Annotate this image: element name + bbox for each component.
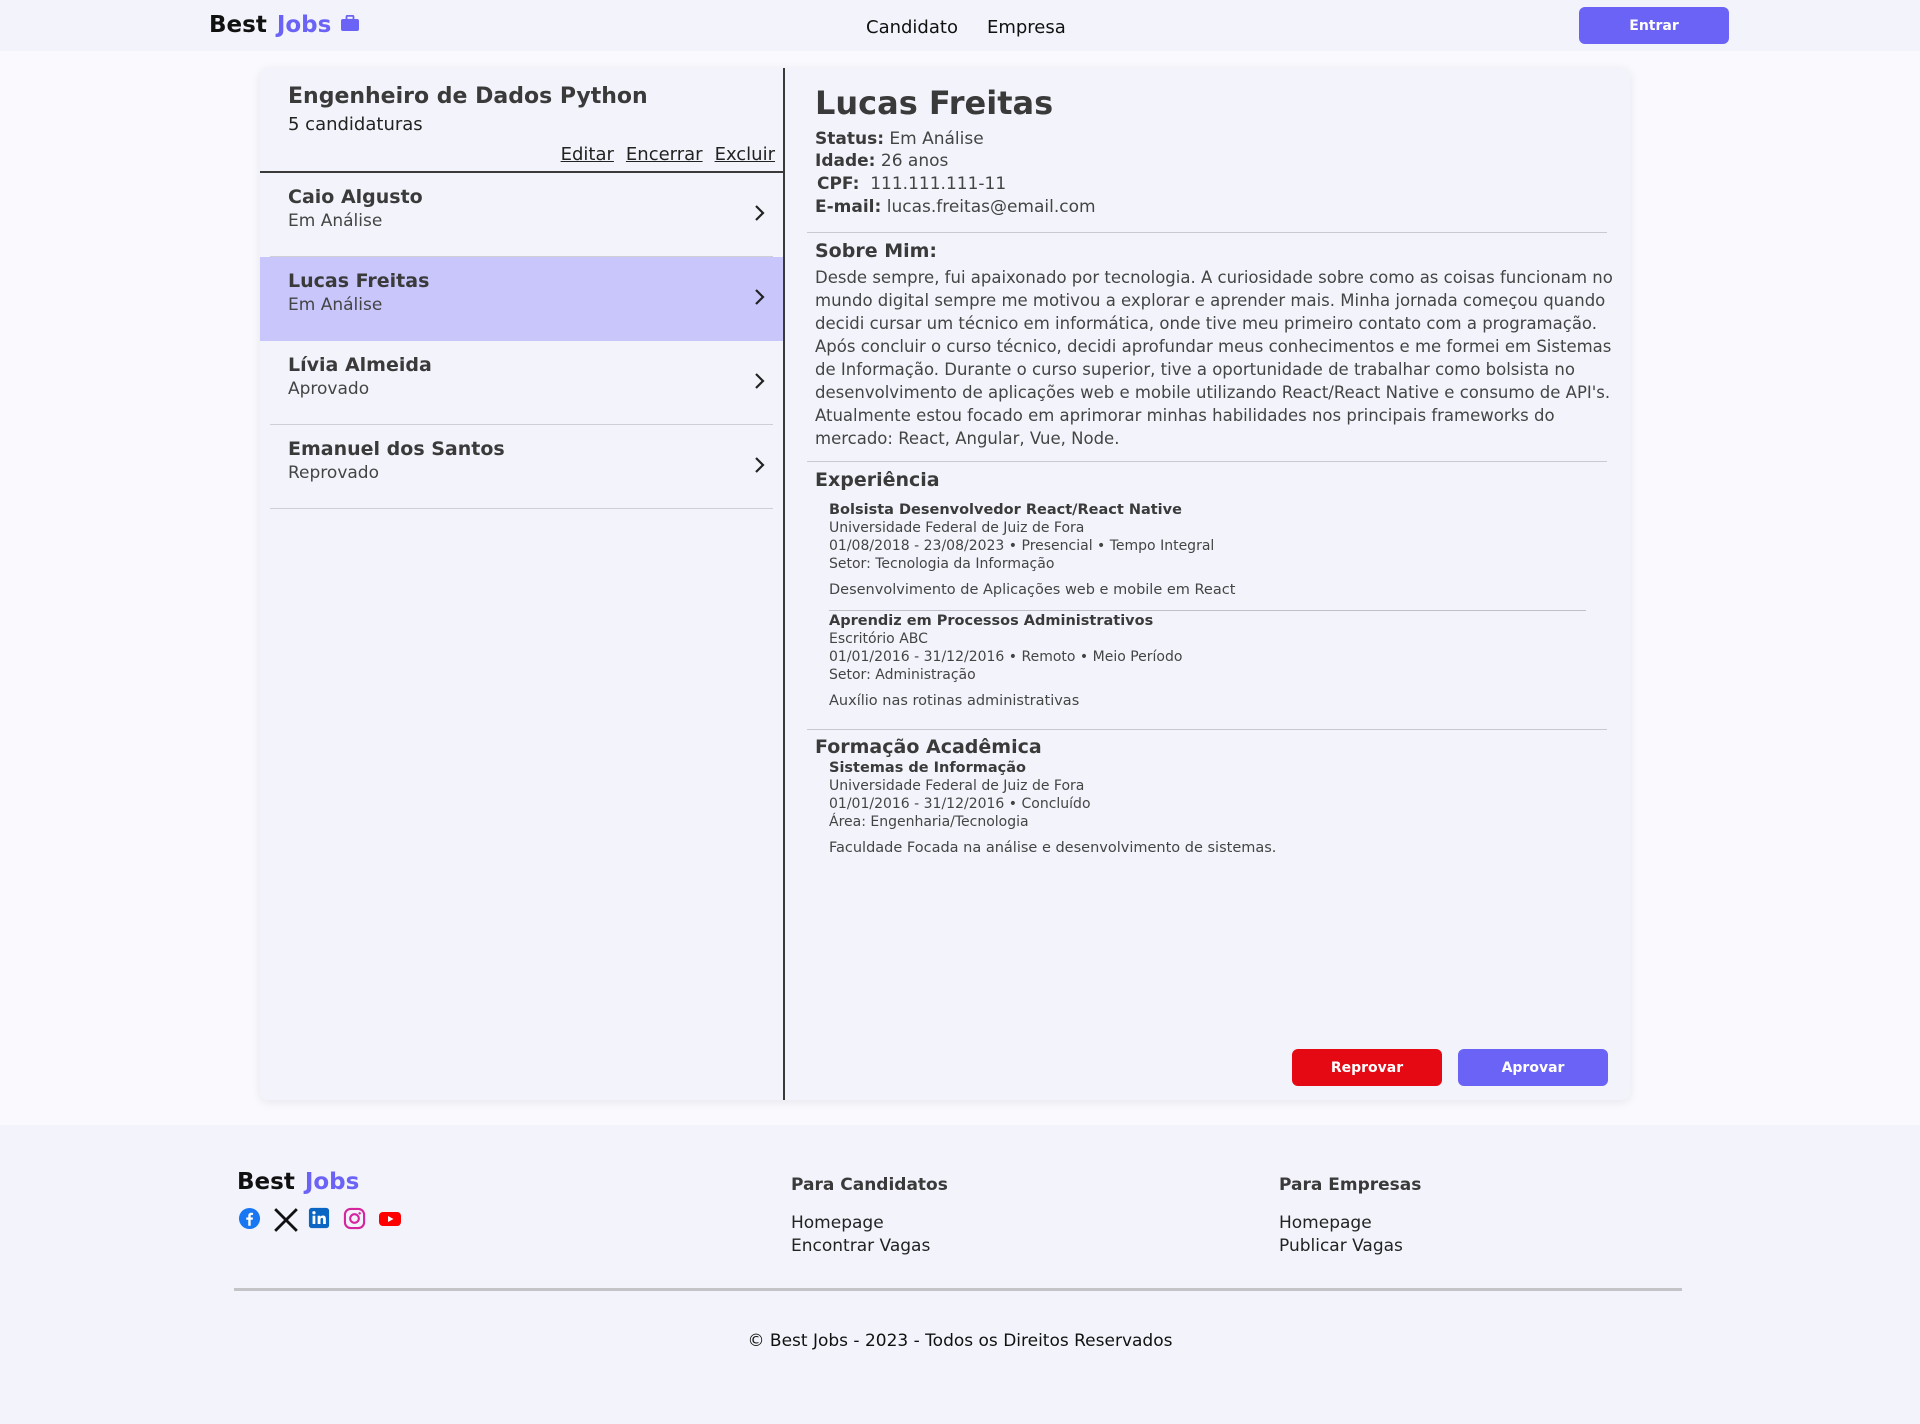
edit-job-link[interactable]: Editar <box>561 144 614 165</box>
logo[interactable]: Best Jobs <box>209 12 360 38</box>
candidate-item[interactable]: Emanuel dos Santos Reprovado <box>260 425 783 509</box>
footer-candidates-column: Para Candidatos Homepage Encontrar Vagas <box>791 1175 948 1258</box>
education-item: Sistemas de Informação Universidade Fede… <box>829 759 1276 856</box>
logo-word-best: Best <box>237 1169 295 1195</box>
footer-link-homepage[interactable]: Homepage <box>1279 1212 1421 1235</box>
experience-description: Auxílio nas rotinas administrativas <box>829 693 1080 709</box>
education-description: Faculdade Focada na análise e desenvolvi… <box>829 840 1277 856</box>
instagram-icon[interactable] <box>343 1207 366 1230</box>
candidate-name: Caio Algusto <box>288 186 423 208</box>
x-icon[interactable] <box>273 1207 298 1232</box>
experience-item: Bolsista Desenvolvedor React/React Nativ… <box>829 501 1235 598</box>
divider <box>270 508 773 509</box>
candidate-item-selected[interactable]: Lucas Freitas Em Análise <box>260 257 783 341</box>
candidate-item[interactable]: Caio Algusto Em Análise <box>260 173 783 257</box>
cpf-row: CPF: 111.111.111-11 <box>817 174 1006 194</box>
age-value: 26 anos <box>880 151 949 171</box>
social-links <box>238 1207 401 1232</box>
divider <box>807 232 1607 233</box>
main-nav: Candidato Empresa <box>866 17 1066 38</box>
briefcase-icon <box>341 15 360 31</box>
divider <box>807 461 1607 462</box>
chevron-right-icon <box>755 205 765 221</box>
education-title: Formação Acadêmica <box>815 736 1042 758</box>
copyright: © Best Jobs - 2023 - Todos os Direitos R… <box>747 1331 1173 1351</box>
close-job-link[interactable]: Encerrar <box>626 144 703 165</box>
footer-link-find-jobs[interactable]: Encontrar Vagas <box>791 1235 948 1258</box>
footer-companies-title: Para Empresas <box>1279 1175 1422 1195</box>
nav-empresa[interactable]: Empresa <box>987 17 1066 38</box>
status-value: Em Análise <box>889 129 984 149</box>
experience-sector: Setor: Tecnologia da Informação <box>829 556 1055 572</box>
age-label: Idade: <box>815 151 876 171</box>
facebook-icon[interactable] <box>238 1207 261 1230</box>
candidate-detail-panel: Lucas Freitas Status: Em Análise Idade: … <box>787 68 1630 1100</box>
logo-word-jobs: Jobs <box>304 1169 360 1195</box>
experience-role: Aprendiz em Processos Administrativos <box>829 613 1154 629</box>
footer-link-post-jobs[interactable]: Publicar Vagas <box>1279 1235 1421 1258</box>
education-period: 01/01/2016 - 31/12/2016 • Concluído <box>829 796 1091 812</box>
experience-period: 01/01/2016 - 31/12/2016 • Remoto • Meio … <box>829 649 1183 665</box>
applications-count: 5 candidaturas <box>288 114 423 135</box>
top-header: Best Jobs Candidato Empresa Entrar <box>0 0 1920 51</box>
about-title: Sobre Mim: <box>815 240 938 262</box>
linkedin-icon[interactable] <box>308 1207 331 1230</box>
job-actions: Editar Encerrar Excluir <box>561 144 775 165</box>
nav-candidato[interactable]: Candidato <box>866 17 958 38</box>
candidate-status: Aprovado <box>288 379 370 399</box>
divider <box>807 729 1607 730</box>
applications-card: Engenheiro de Dados Python 5 candidatura… <box>260 68 1630 1100</box>
approve-button[interactable]: Aprovar <box>1458 1049 1608 1086</box>
email-value: lucas.freitas@email.com <box>886 197 1096 217</box>
candidate-status: Em Análise <box>288 295 383 315</box>
candidate-name: Lucas Freitas <box>288 270 430 292</box>
education-institution: Universidade Federal de Juiz de Fora <box>829 778 1085 794</box>
chevron-right-icon <box>755 457 765 473</box>
footer-link-homepage[interactable]: Homepage <box>791 1212 948 1235</box>
experience-period: 01/08/2018 - 23/08/2023 • Presencial • T… <box>829 538 1215 554</box>
divider <box>829 610 1586 611</box>
cpf-value: 111.111.111-11 <box>870 174 1007 194</box>
divider <box>234 1288 1682 1291</box>
candidate-name: Lívia Almeida <box>288 354 432 376</box>
education-course: Sistemas de Informação <box>829 760 1027 776</box>
candidate-name: Emanuel dos Santos <box>288 438 505 460</box>
reject-button[interactable]: Reprovar <box>1292 1049 1442 1086</box>
footer: Best Jobs Para Candidatos Homepage Encont… <box>0 1125 1920 1424</box>
logo-word-best: Best <box>209 12 267 38</box>
footer-companies-column: Para Empresas Homepage Publicar Vagas <box>1279 1175 1421 1258</box>
experience-title: Experiência <box>815 469 940 491</box>
chevron-right-icon <box>755 289 765 305</box>
footer-logo[interactable]: Best Jobs <box>237 1169 359 1195</box>
candidate-status: Reprovado <box>288 463 379 483</box>
delete-job-link[interactable]: Excluir <box>715 144 775 165</box>
experience-sector: Setor: Administração <box>829 667 976 683</box>
about-text: Desde sempre, fui apaixonado por tecnolo… <box>815 268 1613 448</box>
age-row: Idade: 26 anos <box>815 151 948 171</box>
experience-description: Desenvolvimento de Aplicações web e mobi… <box>829 582 1236 598</box>
cpf-label: CPF: <box>817 174 860 194</box>
status-label: Status: <box>815 129 884 149</box>
education-area: Área: Engenharia/Tecnologia <box>829 814 1029 830</box>
candidate-detail-name: Lucas Freitas <box>815 84 1054 122</box>
experience-item: Aprendiz em Processos Administrativos Es… <box>829 612 1182 709</box>
status-row: Status: Em Análise <box>815 129 984 149</box>
footer-candidates-title: Para Candidatos <box>791 1175 948 1195</box>
candidates-panel: Engenheiro de Dados Python 5 candidatura… <box>260 68 785 1100</box>
experience-org: Universidade Federal de Juiz de Fora <box>829 520 1085 536</box>
chevron-right-icon <box>755 373 765 389</box>
candidate-status: Em Análise <box>288 211 383 231</box>
job-title: Engenheiro de Dados Python <box>288 84 648 109</box>
candidate-item[interactable]: Lívia Almeida Aprovado <box>260 341 783 425</box>
experience-role: Bolsista Desenvolvedor React/React Nativ… <box>829 502 1182 518</box>
email-row: E-mail: lucas.freitas@email.com <box>815 197 1096 217</box>
experience-org: Escritório ABC <box>829 631 928 647</box>
login-button[interactable]: Entrar <box>1579 7 1729 44</box>
youtube-icon[interactable] <box>378 1207 401 1230</box>
logo-word-jobs: Jobs <box>276 12 332 38</box>
email-label: E-mail: <box>815 197 882 217</box>
